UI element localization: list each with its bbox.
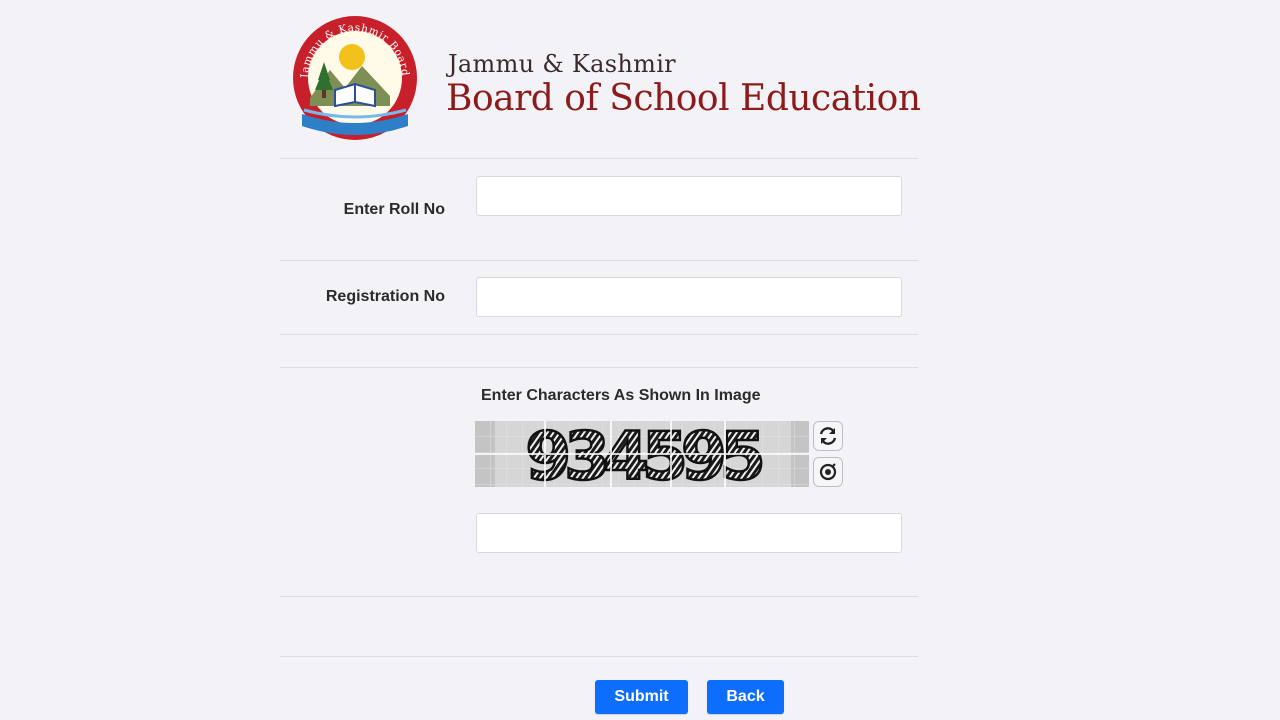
captcha-label: Enter Characters As Shown In Image — [481, 387, 761, 404]
refresh-captcha-button[interactable] — [813, 421, 843, 451]
captcha-input[interactable] — [476, 513, 902, 553]
jkbose-logo: Jammu & Kashmir Board Of School Educatio… — [290, 10, 417, 140]
divider — [280, 367, 918, 368]
roll-no-label: Enter Roll No — [343, 201, 445, 218]
divider — [280, 656, 918, 657]
submit-button[interactable]: Submit — [595, 680, 688, 714]
roll-no-input[interactable] — [476, 176, 902, 216]
brand-subtitle: Jammu & Kashmir — [448, 50, 676, 78]
audio-captcha-button[interactable] — [813, 457, 843, 487]
audio-icon — [819, 463, 837, 481]
site-header: Jammu & Kashmir Board Of School Educatio… — [290, 10, 921, 145]
divider — [280, 158, 918, 159]
registration-no-label: Registration No — [325, 288, 445, 305]
divider — [280, 596, 918, 597]
captcha-image: 934595 — [475, 421, 809, 487]
registration-no-input[interactable] — [476, 277, 902, 317]
back-button[interactable]: Back — [707, 680, 784, 714]
refresh-icon — [819, 427, 837, 445]
divider — [280, 334, 918, 335]
divider — [280, 260, 918, 261]
brand-title: Board of School Education — [446, 78, 921, 119]
